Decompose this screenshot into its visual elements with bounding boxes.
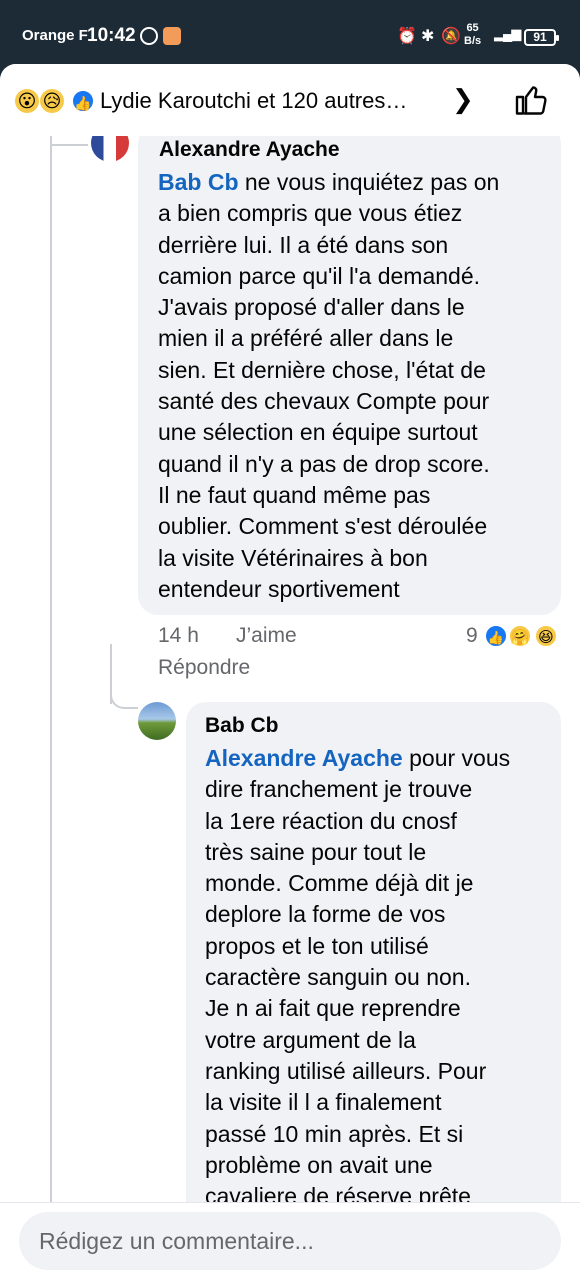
thread-line-outer — [50, 136, 52, 1216]
reply-button[interactable]: Répondre — [158, 656, 250, 680]
signal-icon: ▂▄▆ — [494, 26, 521, 41]
like-comment-button[interactable]: J’aime — [236, 624, 297, 648]
mute-icon: 🔕 — [441, 28, 461, 45]
comments-sheet: 😮 😥 👍 Lydie Karoutchi et 120 autres… ❯ A… — [0, 64, 580, 1280]
reactions-header[interactable]: 😮 😥 👍 Lydie Karoutchi et 120 autres… ❯ — [0, 64, 580, 136]
care-reaction-icon: 🤗 — [508, 624, 532, 648]
comment-time: 14 h — [158, 624, 199, 647]
comment-author[interactable]: Bab Cb — [205, 714, 279, 738]
thread-curve — [110, 679, 138, 709]
reply-bubble[interactable]: Bab Cb Alexandre Ayache pour vous dire f… — [186, 702, 561, 1280]
mention-link[interactable]: Bab Cb — [158, 169, 239, 195]
reaction-count[interactable]: 9 — [466, 624, 478, 648]
bluetooth-icon: ✱ — [421, 28, 435, 45]
chevron-right-icon[interactable]: ❯ — [452, 84, 474, 115]
comment-bubble[interactable]: Alexandre Ayache Bab Cb ne vous inquiéte… — [138, 124, 561, 615]
haha-reaction-icon: 😆 — [534, 624, 558, 648]
alarm-icon: ⏰ — [397, 28, 417, 45]
comment-body: Alexandre Ayache pour vous dire franchem… — [205, 745, 511, 1210]
mention-link[interactable]: Alexandre Ayache — [205, 745, 403, 771]
wow-emoji-icon: 😮 — [15, 89, 39, 113]
like-reaction-icon: 👍 — [484, 624, 508, 648]
comment-body: Bab Cb ne vous inquiétez pas on a bien c… — [158, 169, 500, 602]
like-emoji-icon: 👍 — [71, 89, 95, 113]
like-button-icon[interactable] — [514, 82, 550, 118]
sad-emoji-icon: 😥 — [40, 89, 64, 113]
battery-indicator: 91 — [524, 29, 559, 46]
comment-input[interactable]: Rédigez un commentaire... — [19, 1212, 561, 1270]
thread-connector — [50, 144, 88, 146]
clock: 10:42 — [87, 25, 136, 46]
composer-bar: Rédigez un commentaire... — [0, 1202, 580, 1280]
comment-author[interactable]: Alexandre Ayache — [159, 138, 340, 162]
comment-input-placeholder: Rédigez un commentaire... — [39, 1228, 314, 1254]
reactors-summary[interactable]: Lydie Karoutchi et 120 autres… — [100, 88, 407, 114]
status-bar: Orange F 10:42 ⏰ ✱ 🔕 65 B/s ▂▄▆ 91 — [0, 0, 580, 64]
app-notification-icon — [163, 27, 181, 45]
network-speed: 65 B/s — [464, 22, 482, 47]
avatar-bab-cb[interactable] — [138, 702, 176, 740]
whatsapp-icon — [140, 27, 158, 45]
carrier-label: Orange F — [22, 27, 88, 44]
